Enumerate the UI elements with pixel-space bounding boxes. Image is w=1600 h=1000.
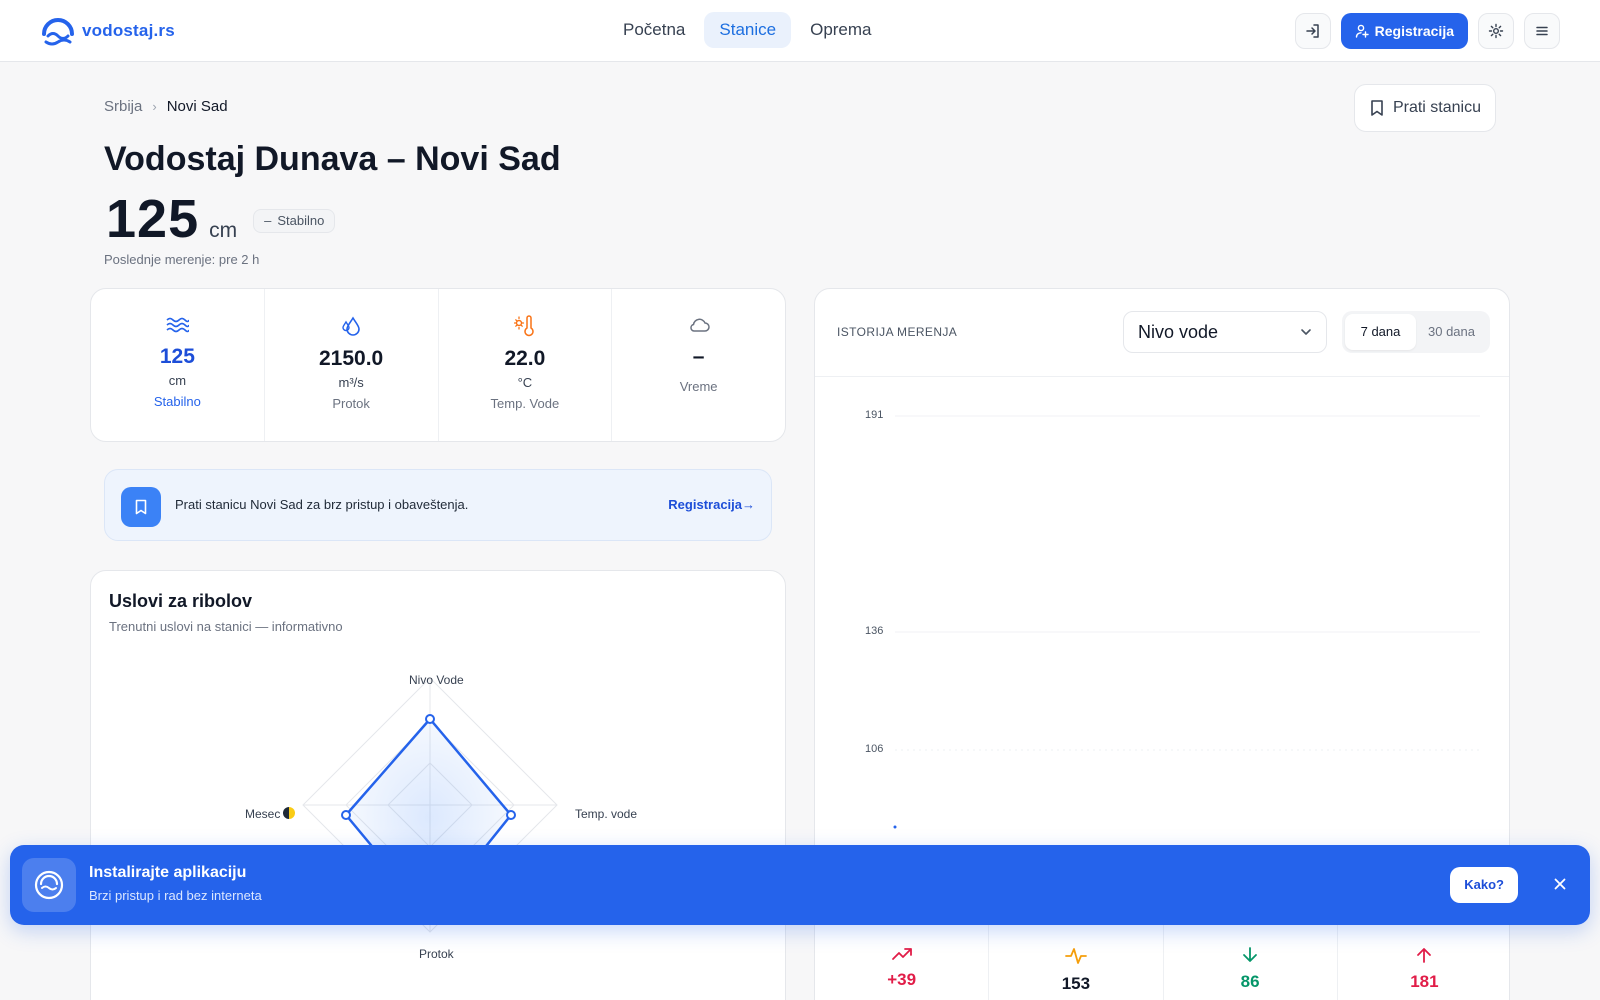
- drop-icon: [342, 316, 360, 336]
- logo-text: vodostaj.rs: [82, 21, 175, 40]
- app-icon: [22, 858, 76, 912]
- install-subtitle: Brzi pristup i rad bez interneta: [89, 888, 262, 903]
- arrow-down-icon: [1243, 947, 1258, 962]
- stat-weather: – Vreme: [612, 289, 785, 441]
- follow-station-button[interactable]: Prati stanicu: [1353, 84, 1496, 132]
- thermometer-icon: [513, 315, 534, 337]
- add-user-icon: [1355, 24, 1369, 38]
- radar-point-mesec: [341, 810, 351, 820]
- summary-average: 153: [989, 922, 1164, 1000]
- radar-point-nivo: [425, 714, 435, 724]
- bookmark-icon: [121, 487, 161, 527]
- breadcrumb-srbija[interactable]: Srbija: [104, 98, 142, 115]
- summary-min: 86: [1164, 922, 1338, 1000]
- level-unit: cm: [209, 219, 238, 242]
- stat-temperature-unit: °C: [517, 375, 533, 390]
- install-app-banner: Instalirajte aplikaciju Brzi pristup i r…: [10, 845, 1590, 925]
- nav-item-pocetna[interactable]: Početna: [608, 12, 700, 48]
- stat-weather-value: –: [692, 345, 705, 368]
- history-summary: +39 153 86 181: [815, 921, 1509, 1000]
- dash-icon: –: [264, 213, 272, 228]
- moon-icon: [283, 807, 296, 819]
- current-level: 125 cm – Stabilno: [106, 188, 336, 250]
- gear-icon: [1488, 23, 1504, 39]
- radar-label-nivo: Nivo Vode: [409, 673, 464, 687]
- bookmark-icon: [1371, 100, 1383, 116]
- radar-label-mesec-text: Mesec: [245, 807, 281, 821]
- stat-level-label: Stabilno: [153, 394, 201, 409]
- stat-flow: 2150.0 m³/s Protok: [265, 289, 439, 441]
- stat-temperature-label: Temp. Vode: [490, 396, 560, 411]
- install-title: Instalirajte aplikaciju: [89, 864, 247, 881]
- radar-label-temp: Temp. vode: [575, 807, 638, 821]
- page-title: Vodostaj Dunava – Novi Sad: [104, 140, 561, 178]
- main-nav: Početna Stanice Oprema: [608, 12, 887, 48]
- fishing-conditions-card: Uslovi za ribolov Trenutni uslovi na sta…: [90, 570, 786, 1000]
- follow-banner: Prati stanicu Novi Sad za brz pristup i …: [104, 469, 772, 541]
- stat-temperature-value: 22.0: [504, 347, 546, 370]
- stats-card: 125 cm Stabilno 2150.0 m³/s Protok 22.0 …: [90, 288, 786, 442]
- cloud-icon: [689, 318, 710, 332]
- chevron-right-icon: ›: [152, 99, 157, 114]
- breadcrumb-current: Novi Sad: [166, 98, 228, 115]
- nav-item-oprema[interactable]: Oprema: [795, 12, 886, 48]
- summary-change-value: +39: [887, 970, 917, 989]
- status-badge: – Stabilno: [253, 208, 336, 233]
- summary-change: +39: [815, 922, 990, 1000]
- stat-level-value: 125: [159, 345, 195, 368]
- register-button[interactable]: Registracija: [1340, 13, 1468, 49]
- status-badge-label: Stabilno: [277, 213, 325, 228]
- stat-level-unit: cm: [168, 373, 187, 388]
- history-data-point: [893, 825, 897, 829]
- logo[interactable]: vodostaj.rs: [40, 14, 175, 48]
- nav-item-stanice[interactable]: Stanice: [704, 12, 792, 48]
- stat-level: 125 cm Stabilno: [91, 289, 265, 441]
- radar-chart: [302, 677, 558, 933]
- settings-button[interactable]: [1478, 13, 1514, 49]
- install-how-button[interactable]: Kako?: [1450, 867, 1518, 903]
- radar-label-mesec: Mesec: [245, 807, 296, 821]
- trend-up-icon: [891, 948, 912, 960]
- header-actions: Registracija: [1294, 13, 1560, 49]
- stat-weather-label: Vreme: [679, 379, 718, 394]
- level-value: 125: [106, 189, 200, 249]
- menu-button[interactable]: [1524, 13, 1560, 49]
- login-icon: [1305, 24, 1319, 38]
- follow-banner-register-link[interactable]: Registracija→: [668, 497, 755, 512]
- top-navbar: vodostaj.rs Početna Stanice Oprema Regis…: [0, 0, 1600, 62]
- stat-flow-unit: m³/s: [338, 375, 364, 390]
- summary-max: 181: [1338, 922, 1509, 1000]
- summary-average-value: 153: [1061, 974, 1091, 993]
- stat-temperature: 22.0 °C Temp. Vode: [439, 289, 613, 441]
- waves-icon: [166, 317, 190, 333]
- close-icon[interactable]: [1550, 874, 1570, 894]
- stat-flow-value: 2150.0: [319, 347, 384, 370]
- login-button[interactable]: [1294, 13, 1331, 49]
- arrow-up-icon: [1417, 948, 1432, 963]
- register-button-label: Registracija: [1374, 23, 1454, 39]
- summary-max-value: 181: [1410, 972, 1439, 991]
- summary-min-value: 86: [1240, 972, 1260, 991]
- radar-label-protok: Protok: [419, 947, 454, 961]
- pulse-icon: [1064, 948, 1087, 964]
- follow-station-label: Prati stanicu: [1392, 99, 1481, 116]
- follow-banner-text: Prati stanicu Novi Sad za brz pristup i …: [175, 497, 469, 512]
- stat-flow-label: Protok: [332, 396, 370, 411]
- breadcrumb: Srbija › Novi Sad: [104, 98, 228, 115]
- radar-point-temp: [506, 810, 516, 820]
- hamburger-icon: [1536, 26, 1548, 36]
- logo-icon: [42, 18, 74, 46]
- last-measurement: Poslednje merenje: pre 2 h: [104, 252, 260, 267]
